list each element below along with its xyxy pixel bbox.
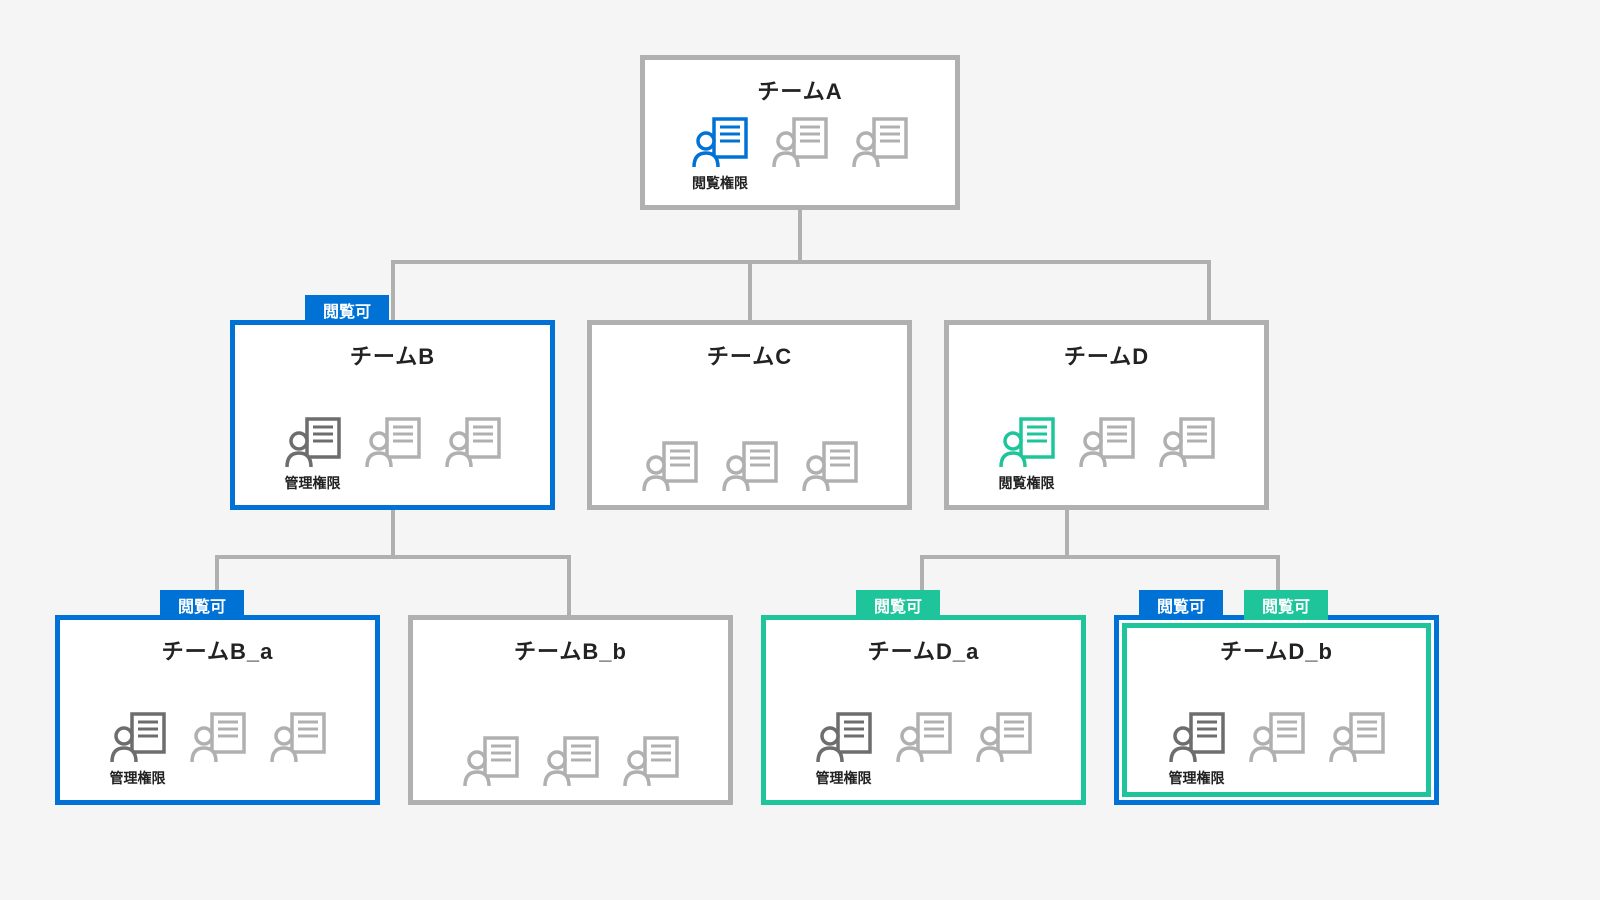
icon-col xyxy=(1157,415,1217,493)
icon-col xyxy=(1247,710,1307,788)
connector xyxy=(920,555,1280,559)
icon-col: 閲覧権限 xyxy=(690,115,750,193)
user-doc-icon xyxy=(640,439,700,493)
node-title: チームD_a xyxy=(766,634,1081,666)
icon-col xyxy=(720,439,780,493)
user-doc-icon xyxy=(363,415,423,469)
user-doc-icon xyxy=(1247,710,1307,764)
user-doc-icon xyxy=(800,439,860,493)
node-team-b-b: チームB_b xyxy=(408,615,733,805)
icon-col: 閲覧権限 xyxy=(997,415,1057,493)
icon-col xyxy=(894,710,954,788)
user-doc-icon xyxy=(283,415,343,469)
node-team-c: チームC xyxy=(587,320,912,510)
badge-view: 閲覧可 xyxy=(1139,590,1223,620)
user-doc-icon xyxy=(1157,415,1217,469)
node-title: チームA xyxy=(645,74,955,106)
connector xyxy=(748,260,752,320)
icon-col xyxy=(621,734,681,788)
icon-col xyxy=(1327,710,1387,788)
permission-caption: 閲覧権限 xyxy=(692,173,748,193)
user-doc-icon xyxy=(268,710,328,764)
node-icons: 閲覧権限 xyxy=(949,415,1264,493)
icon-col xyxy=(188,710,248,788)
icon-col: 管理権限 xyxy=(283,415,343,493)
icon-col: 管理権限 xyxy=(1167,710,1227,788)
node-icons: 管理権限 xyxy=(766,710,1081,788)
user-doc-icon xyxy=(541,734,601,788)
user-doc-icon xyxy=(690,115,750,169)
icon-col xyxy=(363,415,423,493)
node-team-b-a: 閲覧可 チームB_a 管理権限 xyxy=(55,615,380,805)
node-title: チームD_b xyxy=(1119,634,1434,666)
icon-col xyxy=(800,439,860,493)
node-title: チームD xyxy=(949,339,1264,371)
icon-col xyxy=(268,710,328,788)
user-doc-icon xyxy=(770,115,830,169)
connector xyxy=(391,260,395,320)
badge-view: 閲覧可 xyxy=(856,590,940,620)
connector xyxy=(798,210,802,260)
permission-caption: 管理権限 xyxy=(816,768,872,788)
connector xyxy=(1207,260,1211,320)
permission-caption: 閲覧権限 xyxy=(999,473,1055,493)
node-icons: 管理権限 xyxy=(235,415,550,493)
user-doc-icon xyxy=(720,439,780,493)
user-doc-icon xyxy=(894,710,954,764)
icon-col xyxy=(1077,415,1137,493)
badge-view: 閲覧可 xyxy=(1244,590,1328,620)
user-doc-icon xyxy=(1327,710,1387,764)
user-doc-icon xyxy=(1167,710,1227,764)
node-title: チームB xyxy=(235,339,550,371)
user-doc-icon xyxy=(621,734,681,788)
icon-col xyxy=(850,115,910,193)
permission-caption: 管理権限 xyxy=(1169,768,1225,788)
connector xyxy=(391,510,395,555)
user-doc-icon xyxy=(461,734,521,788)
icon-col xyxy=(443,415,503,493)
icon-col xyxy=(770,115,830,193)
connector xyxy=(567,555,571,615)
badge-view: 閲覧可 xyxy=(305,295,389,325)
node-team-d-b: 閲覧可 閲覧可 チームD_b 管理権限 xyxy=(1114,615,1439,805)
user-doc-icon xyxy=(108,710,168,764)
user-doc-icon xyxy=(850,115,910,169)
user-doc-icon xyxy=(997,415,1057,469)
icon-col: 管理権限 xyxy=(814,710,874,788)
connector xyxy=(1065,510,1069,555)
permission-caption: 管理権限 xyxy=(110,768,166,788)
icon-col xyxy=(541,734,601,788)
node-icons: 閲覧権限 xyxy=(645,115,955,193)
icon-col xyxy=(974,710,1034,788)
connector xyxy=(391,260,1211,264)
node-team-d: チームD 閲覧権限 xyxy=(944,320,1269,510)
icon-col xyxy=(461,734,521,788)
node-team-d-a: 閲覧可 チームD_a 管理権限 xyxy=(761,615,1086,805)
node-icons xyxy=(592,439,907,493)
user-doc-icon xyxy=(443,415,503,469)
permission-caption: 管理権限 xyxy=(285,473,341,493)
badge-view: 閲覧可 xyxy=(160,590,244,620)
node-title: チームB_a xyxy=(60,634,375,666)
user-doc-icon xyxy=(1077,415,1137,469)
user-doc-icon xyxy=(974,710,1034,764)
node-team-b: 閲覧可 チームB 管理権限 xyxy=(230,320,555,510)
node-icons xyxy=(413,734,728,788)
node-title: チームB_b xyxy=(413,634,728,666)
node-icons: 管理権限 xyxy=(1119,710,1434,788)
diagram-stage: チームA 閲覧権限 閲覧可 チームB 管理権限 xyxy=(0,0,1600,900)
user-doc-icon xyxy=(188,710,248,764)
node-icons: 管理権限 xyxy=(60,710,375,788)
icon-col xyxy=(640,439,700,493)
icon-col: 管理権限 xyxy=(108,710,168,788)
node-title: チームC xyxy=(592,339,907,371)
connector xyxy=(215,555,571,559)
node-team-a: チームA 閲覧権限 xyxy=(640,55,960,210)
user-doc-icon xyxy=(814,710,874,764)
